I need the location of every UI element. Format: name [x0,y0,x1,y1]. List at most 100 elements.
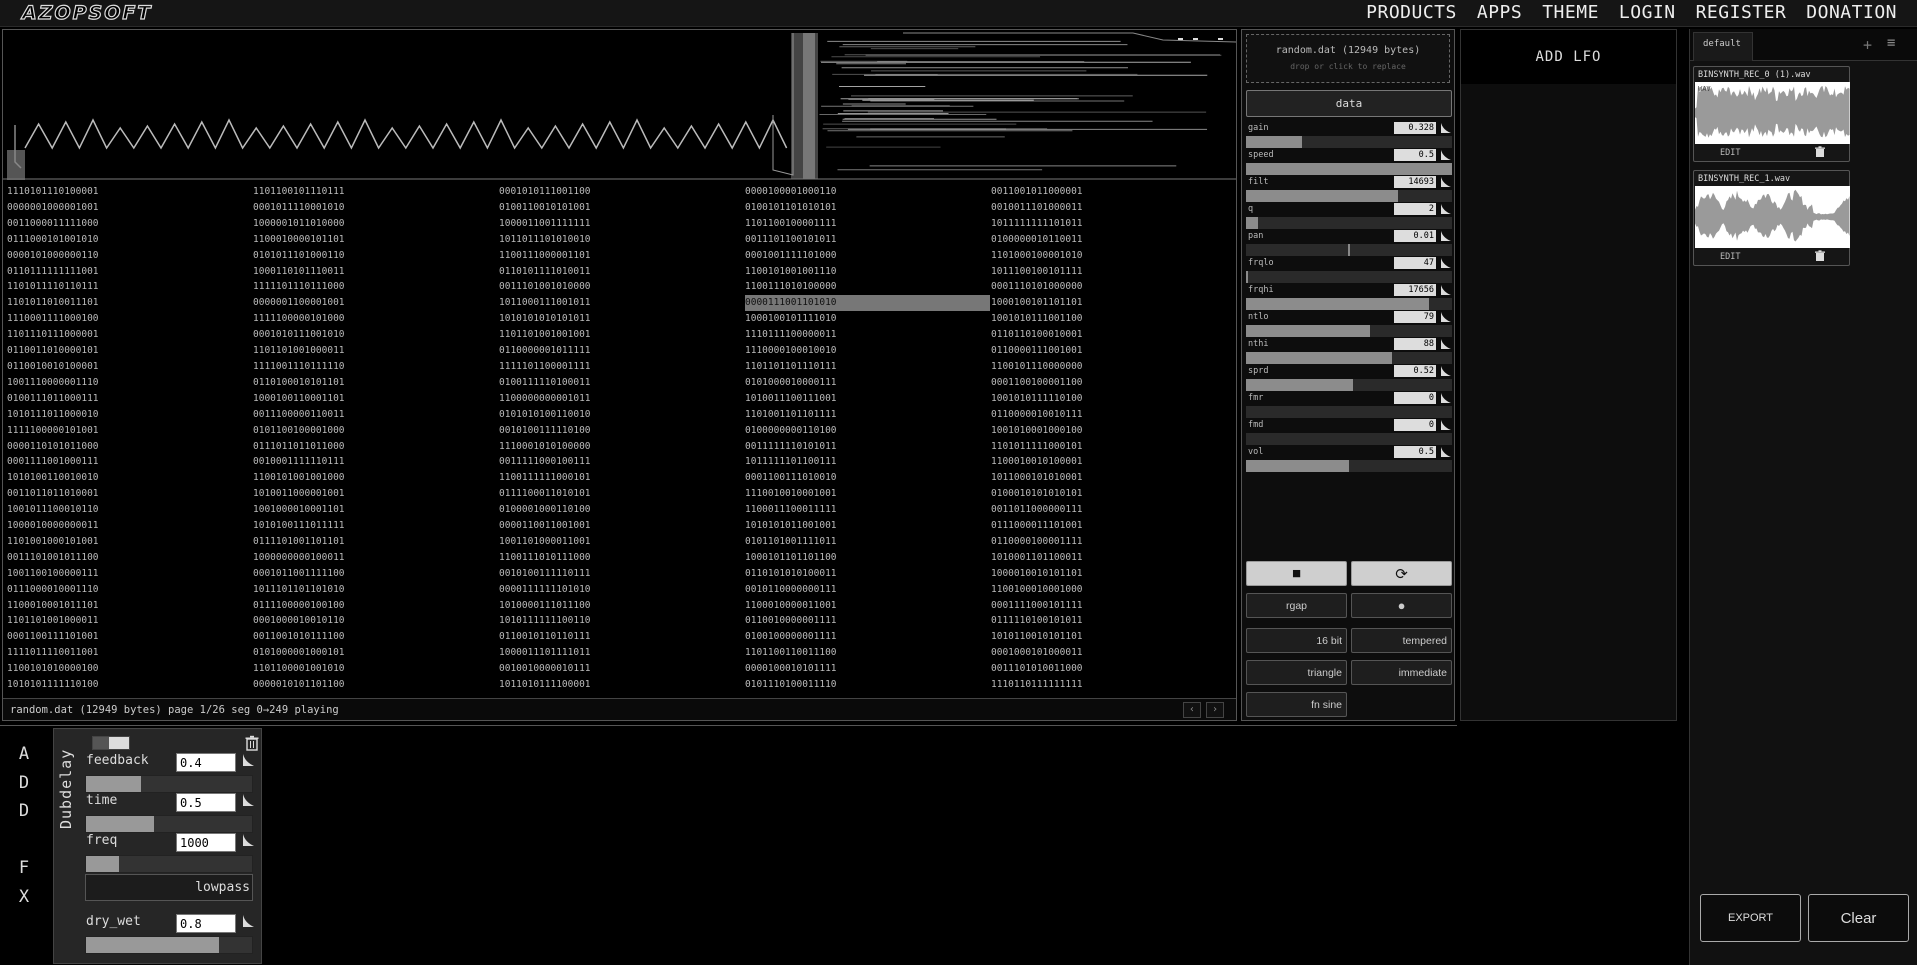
waveform-display[interactable] [3,30,1236,180]
binary-cell[interactable]: 1110010010001001 [745,488,837,499]
ramp-icon[interactable] [242,753,255,767]
binary-cell[interactable]: 0111000011101001 [991,520,1083,531]
binary-cell[interactable]: 1010101010101011 [499,313,591,324]
param-value[interactable]: 0.01 [1394,230,1436,242]
binary-cell[interactable]: 1100101001001110 [745,266,837,277]
binary-cell[interactable]: 0101011101000110 [253,250,345,261]
param-slider[interactable] [1246,325,1452,337]
ramp-icon[interactable] [1440,392,1452,404]
param-value[interactable]: 79 [1394,311,1436,323]
binary-cell[interactable]: 1101011010011101 [7,297,99,308]
binary-cell[interactable]: 0000001100001001 [253,297,345,308]
binary-cell[interactable]: 1100010000011001 [745,600,837,611]
binary-cell[interactable]: 0011000011111000 [7,218,99,229]
binary-cell[interactable]: 1011111111101011 [991,218,1083,229]
binary-cell[interactable]: 0010110000000111 [745,584,837,595]
param-slider[interactable] [1246,352,1452,364]
binary-cell[interactable]: 1010111111100110 [499,615,591,626]
binary-cell[interactable]: 1011101101101010 [253,584,345,595]
feedback-slider[interactable] [85,775,253,793]
binary-cell[interactable]: 0001010111001010 [253,329,345,340]
param-value[interactable]: 47 [1394,257,1436,269]
binary-cell[interactable]: 1011011101010010 [499,234,591,245]
binary-cell[interactable]: 1000110101110011 [253,266,345,277]
binary-cell[interactable]: 1100101001001000 [253,472,345,483]
param-value[interactable]: 0.5 [1394,446,1436,458]
ramp-icon[interactable] [1440,419,1452,431]
binary-cell[interactable]: 1001011100010110 [7,504,99,515]
binary-cell[interactable]: 0100101101010101 [745,202,837,213]
binary-grid[interactable]: 1110101110100001 0000001000001001 001100… [3,181,1236,726]
binary-cell[interactable]: 1010101011001001 [745,520,837,531]
param-slider[interactable] [1246,136,1452,148]
param-slider[interactable] [1246,379,1452,391]
ramp-icon[interactable] [1440,365,1452,377]
binary-cell[interactable]: 0011101010011000 [991,663,1083,674]
param-value[interactable]: 2 [1394,203,1436,215]
binary-cell[interactable]: 1111101100001111 [499,361,591,372]
binary-cell[interactable]: 1110111100000011 [745,329,837,340]
binary-cell[interactable]: 0110000100001111 [991,536,1083,547]
binary-cell[interactable]: 1011111101100111 [745,456,837,467]
binary-cell[interactable]: 0011111110101011 [745,441,837,452]
param-value[interactable]: 0.5 [1394,149,1436,161]
binary-cell[interactable]: 0001011001111100 [253,568,345,579]
binary-cell[interactable]: 1010101111110100 [7,679,99,690]
binary-cell[interactable]: 1100000000001011 [499,393,591,404]
ramp-icon[interactable] [242,833,255,847]
binary-cell[interactable]: 1101001000101001 [7,536,99,547]
param-slider[interactable] [1246,163,1452,175]
nav-login[interactable]: LOGIN [1619,2,1676,23]
binary-cell[interactable]: 0001010111001100 [499,186,591,197]
param-slider[interactable] [1246,244,1452,256]
binary-cell[interactable]: 1001010001000100 [991,425,1083,436]
binary-cell[interactable]: 1111001110111110 [253,361,345,372]
binary-cell[interactable]: 0001000010010110 [253,615,345,626]
binary-cell[interactable]: 0001111000101111 [991,600,1083,611]
binary-cell[interactable]: 1101011111000101 [991,441,1083,452]
binary-cell[interactable]: 0100110010101001 [499,202,591,213]
binary-cell[interactable]: 0011100000110011 [253,409,345,420]
binary-cell[interactable]: 0111100000100100 [253,600,345,611]
binary-cell[interactable]: 0010100111110111 [499,568,591,579]
binary-cell[interactable]: 1110001111000100 [7,313,99,324]
dubdelay-toggle[interactable] [92,736,130,750]
binary-cell[interactable]: 1000011101111011 [499,647,591,658]
binary-cell[interactable]: 0110010110110111 [499,631,591,642]
binary-cell[interactable]: 0000101000000110 [7,250,99,261]
binary-cell[interactable]: 1000001011010000 [253,218,345,229]
param-value[interactable]: 0 [1394,419,1436,431]
binary-cell[interactable]: 1000000000100011 [253,552,345,563]
binary-cell[interactable]: 0110110100010001 [991,329,1083,340]
binary-cell[interactable]: 0100000010110011 [991,234,1083,245]
edit-button[interactable]: EDIT [1720,252,1740,262]
binary-cell[interactable]: 1101001101101111 [745,409,837,420]
binary-cell[interactable]: 1010000111011100 [499,600,591,611]
nav-products[interactable]: PRODUCTS [1366,2,1457,23]
binary-cell[interactable]: 0000100001000110 [745,186,837,197]
param-value[interactable]: 14693 [1394,176,1436,188]
binary-cell[interactable]: 1010100111011111 [253,520,345,531]
nav-theme[interactable]: THEME [1542,2,1599,23]
binary-cell[interactable]: 1100011100011111 [745,504,837,515]
binary-cell[interactable]: 0111110100101011 [991,615,1083,626]
binary-cell[interactable]: 1101000100001010 [991,250,1083,261]
binary-cell[interactable]: 0000111001101010 [745,295,990,312]
stop-button[interactable]: ■ [1246,561,1347,586]
nav-apps[interactable]: APPS [1477,2,1522,23]
binary-cell[interactable]: 1000100101111010 [745,313,837,324]
binary-cell[interactable]: 1011000101010001 [991,472,1083,483]
ramp-icon[interactable] [1440,257,1452,269]
ramp-icon[interactable] [1440,311,1452,323]
binary-cell[interactable]: 0111000101001010 [7,234,99,245]
binary-cell[interactable]: 0010100111110100 [499,425,591,436]
binary-cell[interactable]: 1100111111000101 [499,472,591,483]
binary-cell[interactable]: 1111011110011001 [7,647,99,658]
freq-input[interactable] [176,833,236,852]
binary-cell[interactable]: 0000001000001001 [7,202,99,213]
ramp-icon[interactable] [1440,122,1452,134]
binary-cell[interactable]: 0001100111101001 [7,631,99,642]
binary-cell[interactable]: 0001111001000111 [7,456,99,467]
binary-cell[interactable]: 0001001111101000 [745,250,837,261]
ramp-icon[interactable] [1440,203,1452,215]
